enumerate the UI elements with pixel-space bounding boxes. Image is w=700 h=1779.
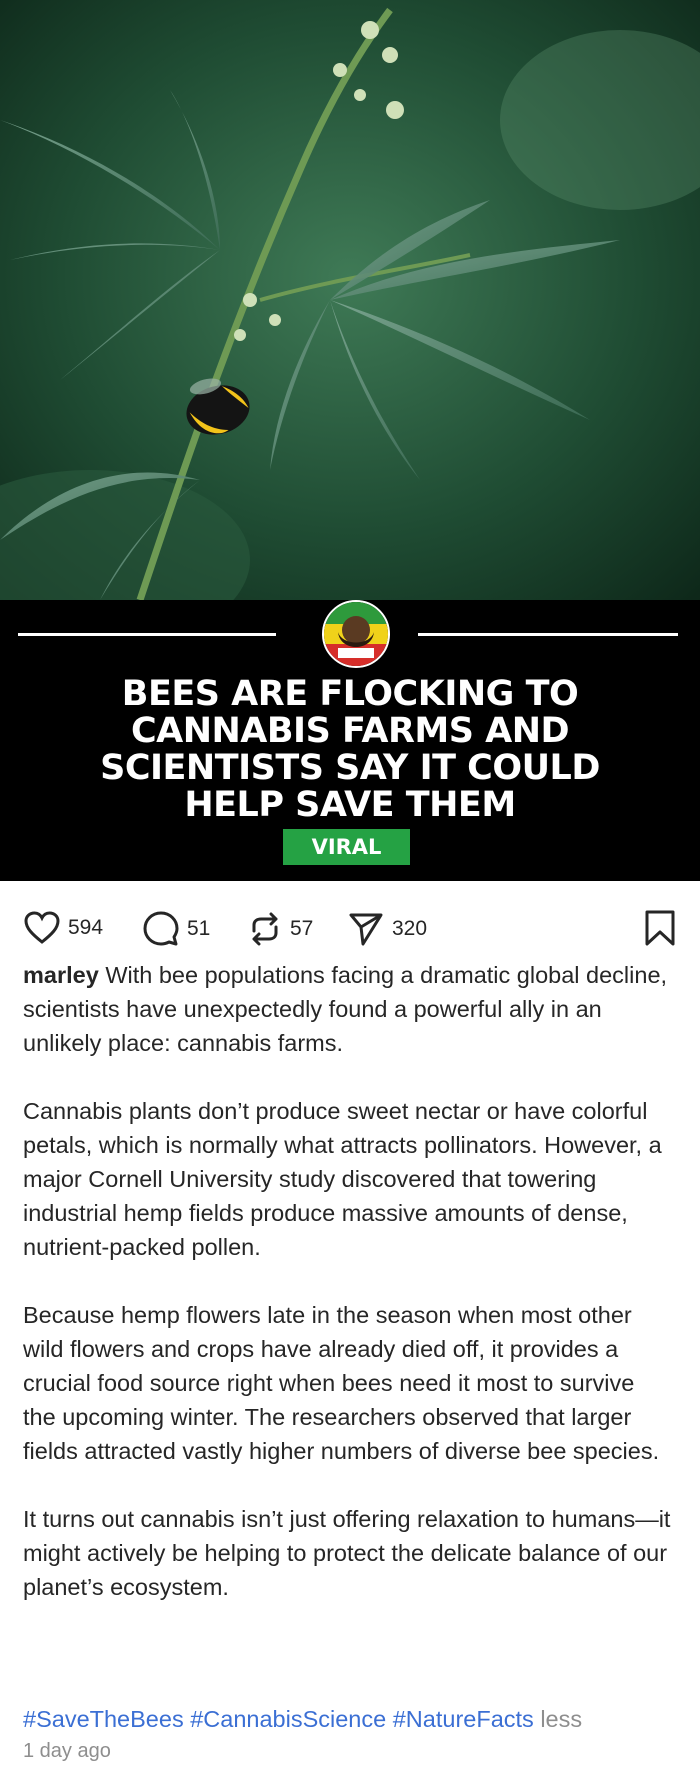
divider-right: [418, 633, 678, 636]
comment-icon: [143, 911, 179, 946]
hashtag-link[interactable]: #SaveTheBees: [23, 1706, 184, 1732]
less-button[interactable]: less: [540, 1706, 582, 1732]
comment-button[interactable]: 51: [143, 911, 210, 947]
hashtag-link[interactable]: #NatureFacts: [393, 1706, 534, 1732]
heart-icon: [24, 911, 60, 944]
caption-paragraph: Because hemp flowers late in the season …: [23, 1302, 660, 1464]
send-icon: [349, 913, 383, 946]
post-image[interactable]: BEES ARE FLOCKING TO CANNABIS FARMS AND …: [0, 0, 700, 881]
headline-banner: BEES ARE FLOCKING TO CANNABIS FARMS AND …: [0, 600, 700, 881]
bookmark-icon: [645, 910, 675, 946]
hashtag-link[interactable]: #CannabisScience: [190, 1706, 386, 1732]
bee-on-cannabis-photo: [0, 0, 700, 616]
repost-button[interactable]: 57: [248, 911, 313, 947]
headline: BEES ARE FLOCKING TO CANNABIS FARMS AND …: [100, 674, 600, 825]
caption-paragraph: Cannabis plants don’t produce sweet nect…: [23, 1098, 662, 1260]
viral-badge: VIRAL: [283, 829, 410, 865]
share-count: 320: [392, 917, 428, 940]
caption-paragraph: marley With bee populations facing a dra…: [23, 962, 668, 1056]
repost-icon: [252, 912, 278, 946]
like-count: 594: [68, 916, 104, 939]
comment-count: 51: [187, 917, 211, 940]
like-button[interactable]: 594: [24, 911, 103, 945]
username-link[interactable]: marley: [23, 962, 99, 988]
post-timestamp: 1 day ago: [23, 1740, 111, 1762]
divider-left: [18, 633, 276, 636]
share-button[interactable]: 320: [348, 911, 427, 947]
save-button[interactable]: [644, 909, 676, 952]
post-caption: marley With bee populations facing a dra…: [23, 958, 673, 1638]
caption-paragraph: It turns out cannabis isn’t just offerin…: [23, 1506, 671, 1600]
brand-logo: [322, 600, 390, 668]
hashtag-row: #SaveTheBees #CannabisScience #NatureFac…: [23, 1702, 582, 1736]
repost-count: 57: [290, 917, 314, 940]
